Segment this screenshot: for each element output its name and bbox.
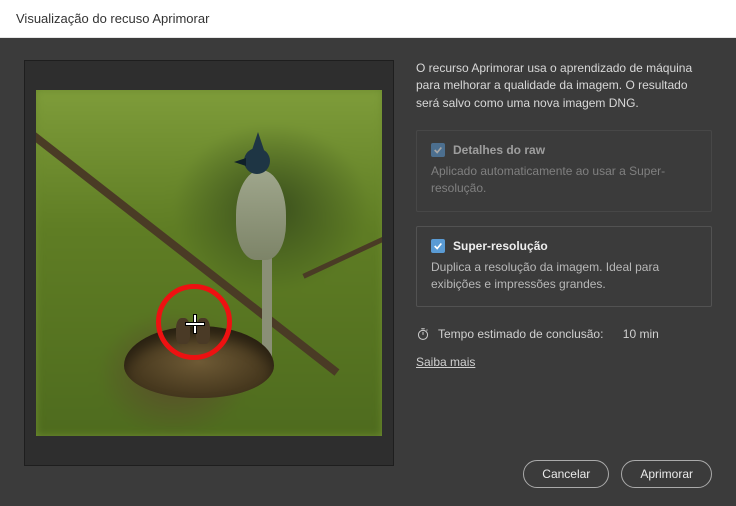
option-raw-desc: Aplicado automaticamente ao usar a Super… [431,163,697,197]
option-super-title: Super-resolução [453,239,548,253]
estimate-row: Tempo estimado de conclusão: 10 min [416,327,712,341]
checkbox-super-resolution[interactable] [431,239,445,253]
option-raw-details: Detalhes do raw Aplicado automaticamente… [416,130,712,212]
dialog-content: O recurso Aprimorar usa o aprendizado de… [0,38,736,506]
titlebar: Visualização do recuso Aprimorar [0,0,736,38]
timer-icon [416,327,430,341]
dialog-window: Visualização do recuso Aprimorar O recur… [0,0,736,506]
check-icon [433,145,443,155]
window-title: Visualização do recuso Aprimorar [16,11,209,26]
side-panel: O recurso Aprimorar usa o aprendizado de… [416,60,712,488]
enhance-button[interactable]: Aprimorar [621,460,712,488]
highlight-ring [156,284,232,360]
estimate-label: Tempo estimado de conclusão: [438,327,603,341]
bird-decoration [216,152,296,302]
preview-image[interactable] [36,90,382,436]
option-raw-title: Detalhes do raw [453,143,545,157]
cancel-button[interactable]: Cancelar [523,460,609,488]
option-raw-header: Detalhes do raw [431,143,697,157]
option-super-resolution[interactable]: Super-resolução Duplica a resolução da i… [416,226,712,308]
learn-more-link[interactable]: Saiba mais [416,355,475,369]
button-row: Cancelar Aprimorar [416,460,712,488]
check-icon [433,241,443,251]
intro-text: O recurso Aprimorar usa o aprendizado de… [416,60,712,112]
branch-decoration [302,206,382,278]
estimate-value: 10 min [623,327,659,341]
preview-pane[interactable] [24,60,394,466]
checkbox-raw-details [431,143,445,157]
option-super-desc: Duplica a resolução da imagem. Ideal par… [431,259,697,293]
option-super-header: Super-resolução [431,239,697,253]
spacer [416,369,712,452]
